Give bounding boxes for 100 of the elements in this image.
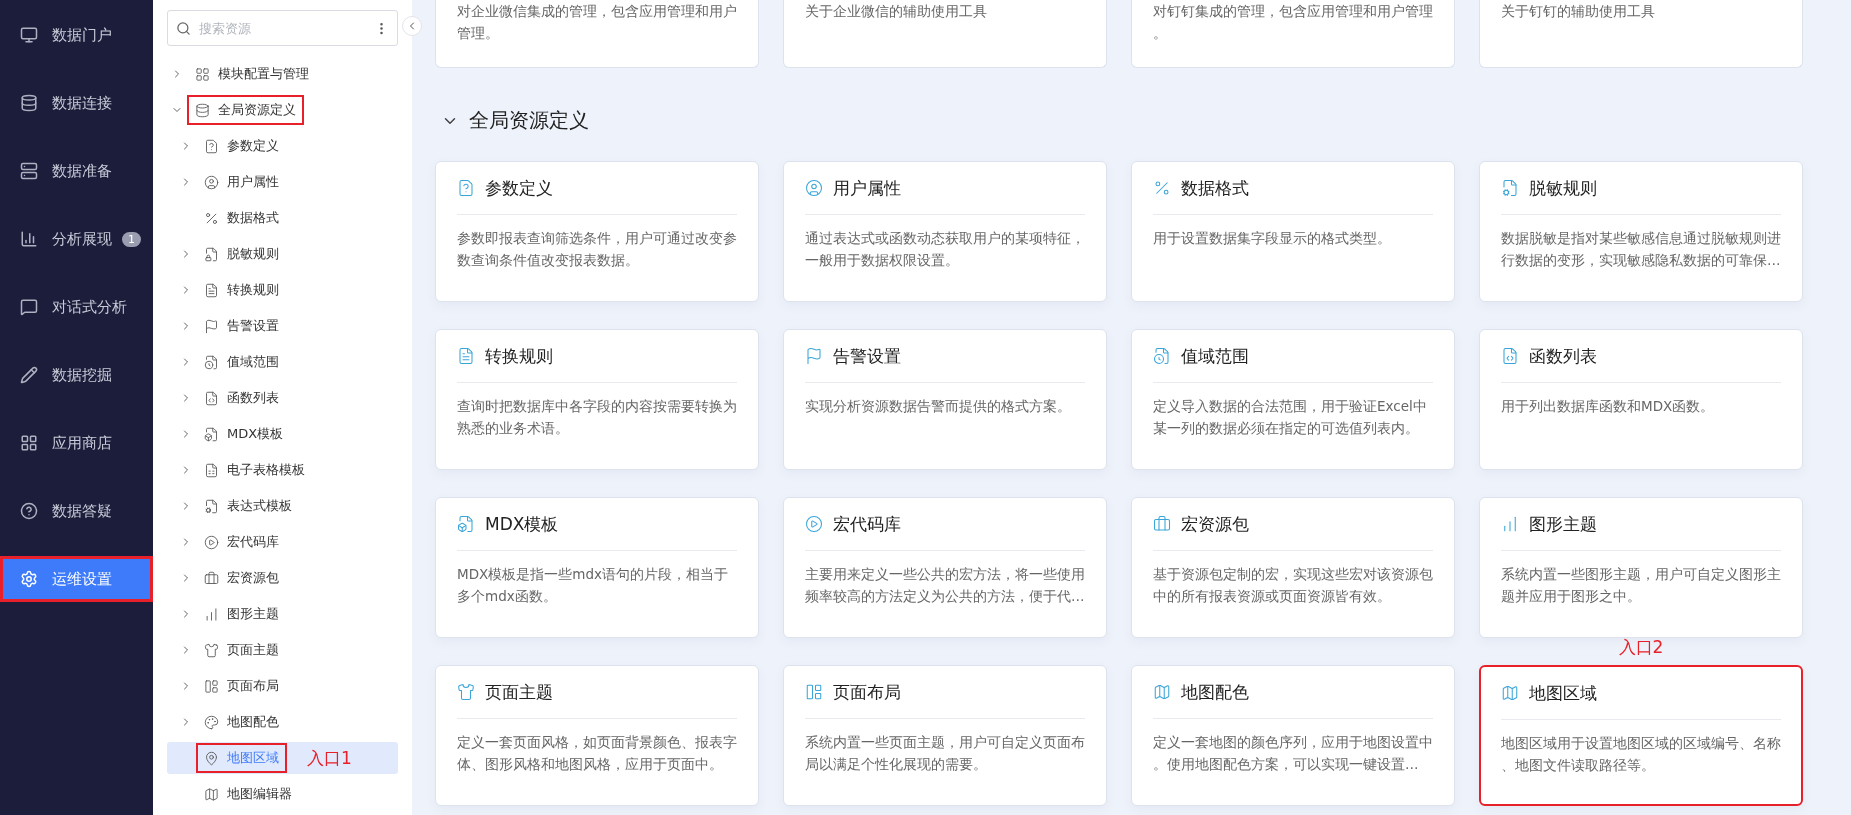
tree-label: MDX模板 bbox=[227, 425, 284, 443]
card-title: MDX模板 bbox=[485, 512, 559, 536]
nav-label: 数据连接 bbox=[52, 93, 112, 113]
resource-card[interactable]: 地图区域 地图区域用于设置地图区域的区域编号、名称、地图文件读取路径等。 bbox=[1479, 665, 1803, 806]
map-icon bbox=[204, 786, 219, 802]
resource-card[interactable]: 数据格式 用于设置数据集字段显示的格式类型。 bbox=[1131, 161, 1455, 302]
bar-chart-icon bbox=[204, 606, 219, 622]
tree-item[interactable]: 模块配置与管理 bbox=[167, 58, 398, 90]
resource-card[interactable]: 参数定义 参数即报表查询筛选条件，用户可通过改变参数查询条件值改变报表数据。 bbox=[435, 161, 759, 302]
nav-item[interactable]: 数据挖掘 bbox=[0, 352, 153, 398]
file-code-icon bbox=[204, 390, 219, 406]
flag-icon bbox=[805, 347, 823, 365]
nav-label: 分析展现 bbox=[52, 229, 112, 249]
card-title: 宏代码库 bbox=[833, 512, 901, 536]
file-clock-icon bbox=[204, 354, 219, 370]
card-title: 值域范围 bbox=[1181, 344, 1249, 368]
percent-icon bbox=[204, 210, 219, 226]
file-question-icon bbox=[457, 179, 475, 197]
grid-icon bbox=[20, 434, 38, 452]
annotation-label: 入口1 bbox=[307, 746, 352, 770]
file-code-icon bbox=[1501, 347, 1519, 365]
briefcase-icon bbox=[204, 570, 219, 586]
card-description: 系统内置一些图形主题，用户可自定义图形主题并应用于图形之中。 bbox=[1501, 565, 1781, 606]
resource-card[interactable]: 页面主题 定义一套页面风格，如页面背景颜色、报表字体、图形风格和地图风格，应用于页面中。 bbox=[435, 665, 759, 806]
tree-item[interactable]: 地图编辑器 bbox=[167, 778, 398, 810]
card-description: 查询时把数据库中各字段的内容按需要转换为熟悉的业务术语。 bbox=[457, 397, 737, 438]
resource-card[interactable]: 宏代码库 主要用来定义一些公共的宏方法，将一些使用频率较高的方法定义为公共的方法，便于代… bbox=[783, 497, 1107, 638]
nav-item[interactable]: 数据门户 bbox=[0, 12, 153, 58]
tree-item[interactable]: 地图区域 入口1 bbox=[167, 742, 398, 774]
nav-label: 应用商店 bbox=[52, 433, 112, 453]
file-lock-icon bbox=[204, 246, 219, 262]
collapse-button[interactable] bbox=[402, 16, 422, 36]
nav-item[interactable]: 数据连接 bbox=[0, 80, 153, 126]
nav-item[interactable]: 数据准备 bbox=[0, 148, 153, 194]
resource-card[interactable]: 脱敏规则 数据脱敏是指对某些敏感信息通过脱敏规则进行数据的变形，实现敏感隐私数据的可靠保… bbox=[1479, 161, 1803, 302]
tree-item[interactable]: 值域范围 bbox=[167, 346, 398, 378]
tree-label: 电子表格模板 bbox=[227, 461, 305, 479]
card[interactable]: 对企业微信集成的管理，包含应用管理和用户管理。 bbox=[435, 0, 759, 68]
resource-card[interactable]: 页面布局 系统内置一些页面主题，用户可自定义页面布局以满足个性化展现的需要。 bbox=[783, 665, 1107, 806]
search-bar[interactable]: 搜索资源 bbox=[167, 10, 398, 46]
map-icon bbox=[1153, 683, 1171, 701]
nav-label: 数据门户 bbox=[52, 25, 112, 45]
resource-card[interactable]: 告警设置 实现分析资源数据告警而提供的格式方案。 bbox=[783, 329, 1107, 470]
nav-item[interactable]: 分析展现 1 bbox=[0, 216, 153, 262]
card[interactable]: 对钉钉集成的管理，包含应用管理和用户管理。 bbox=[1131, 0, 1455, 68]
resource-card[interactable]: 宏资源包 基于资源包定制的宏，实现这些宏对该资源包中的所有报表资源或页面资源皆有效。 bbox=[1131, 497, 1455, 638]
card-title: 脱敏规则 bbox=[1529, 176, 1597, 200]
nav-item[interactable]: 运维设置 bbox=[0, 556, 153, 602]
tree-item[interactable]: 宏资源包 bbox=[167, 562, 398, 594]
tree-item[interactable]: 脱敏规则 bbox=[167, 238, 398, 270]
tree-item[interactable]: 表达式模板 bbox=[167, 490, 398, 522]
tree-item[interactable]: 宏代码库 bbox=[167, 526, 398, 558]
tree-item[interactable]: 参数定义 bbox=[167, 130, 398, 162]
tree-label: 全局资源定义 bbox=[218, 101, 296, 119]
tree-item[interactable]: 页面主题 bbox=[167, 634, 398, 666]
nav-item[interactable]: 应用商店 bbox=[0, 420, 153, 466]
card-description: 对企业微信集成的管理，包含应用管理和用户管理。 bbox=[457, 2, 737, 43]
resource-card[interactable]: 图形主题 系统内置一些图形主题，用户可自定义图形主题并应用于图形之中。 bbox=[1479, 497, 1803, 638]
user-icon bbox=[204, 174, 219, 190]
tree-item[interactable]: 告警设置 bbox=[167, 310, 398, 342]
tree-item[interactable]: 页面布局 bbox=[167, 670, 398, 702]
section-title: 全局资源定义 bbox=[469, 107, 589, 134]
tree-item[interactable]: 转换规则 bbox=[167, 274, 398, 306]
map-icon bbox=[1501, 684, 1519, 702]
resource-card[interactable]: 函数列表 用于列出数据库函数和MDX函数。 bbox=[1479, 329, 1803, 470]
resource-card[interactable]: 值域范围 定义导入数据的合法范围，用于验证Excel中某一列的数据必须在指定的可选值列表内。 bbox=[1131, 329, 1455, 470]
card[interactable]: 关于钉钉的辅助使用工具 bbox=[1479, 0, 1803, 68]
tree-item[interactable]: 全局资源定义 bbox=[167, 94, 398, 126]
card-description: MDX模板是指一些mdx语句的片段，相当于多个mdx函数。 bbox=[457, 565, 729, 606]
tree-label: 地图区域 bbox=[227, 749, 279, 767]
resource-card[interactable]: 转换规则 查询时把数据库中各字段的内容按需要转换为熟悉的业务术语。 bbox=[435, 329, 759, 470]
bar-chart-icon bbox=[1501, 515, 1519, 533]
nav-item[interactable]: 对话式分析 bbox=[0, 284, 153, 330]
tree-item[interactable]: 函数列表 bbox=[167, 382, 398, 414]
tree-item[interactable]: 用户属性 bbox=[167, 166, 398, 198]
file-clock-icon bbox=[1153, 347, 1171, 365]
tree-label: 数据格式 bbox=[227, 209, 279, 227]
shirt-icon bbox=[204, 642, 219, 658]
card[interactable]: 关于企业微信的辅助使用工具 bbox=[783, 0, 1107, 68]
tree-item[interactable]: 图形主题 bbox=[167, 598, 398, 630]
tree-item[interactable]: 电子表格模板 bbox=[167, 454, 398, 486]
file-cog-icon bbox=[204, 498, 219, 514]
file-question-icon bbox=[204, 138, 219, 154]
tree-label: 地图编辑器 bbox=[227, 785, 292, 803]
tree-item[interactable]: 地图配色 bbox=[167, 706, 398, 738]
monitor-icon bbox=[20, 26, 38, 44]
resource-card[interactable]: 地图配色 定义一套地图的颜色序列，应用于地图设置中。使用地图配色方案，可以实现一键设置… bbox=[1131, 665, 1455, 806]
card-description: 定义一套页面风格，如页面背景颜色、报表字体、图形风格和地图风格，应用于页面中。 bbox=[457, 733, 737, 774]
resource-card[interactable]: 用户属性 通过表达式或函数动态获取用户的某项特征，一般用于数据权限设置。 bbox=[783, 161, 1107, 302]
layout-icon bbox=[805, 683, 823, 701]
file-text-icon bbox=[204, 282, 219, 298]
tree-label: 函数列表 bbox=[227, 389, 279, 407]
resource-card[interactable]: MDX模板 MDX模板是指一些mdx语句的片段，相当于多个mdx函数。 bbox=[435, 497, 759, 638]
grid-icon bbox=[195, 66, 210, 82]
nav-item[interactable]: 数据答疑 bbox=[0, 488, 153, 534]
tree-item[interactable]: MDX模板 bbox=[167, 418, 398, 450]
tree-label: 页面主题 bbox=[227, 641, 279, 659]
tree-item[interactable]: 数据格式 bbox=[167, 202, 398, 234]
card-description: 定义导入数据的合法范围，用于验证Excel中某一列的数据必须在指定的可选值列表内。 bbox=[1153, 397, 1428, 438]
file-text-icon bbox=[457, 347, 475, 365]
